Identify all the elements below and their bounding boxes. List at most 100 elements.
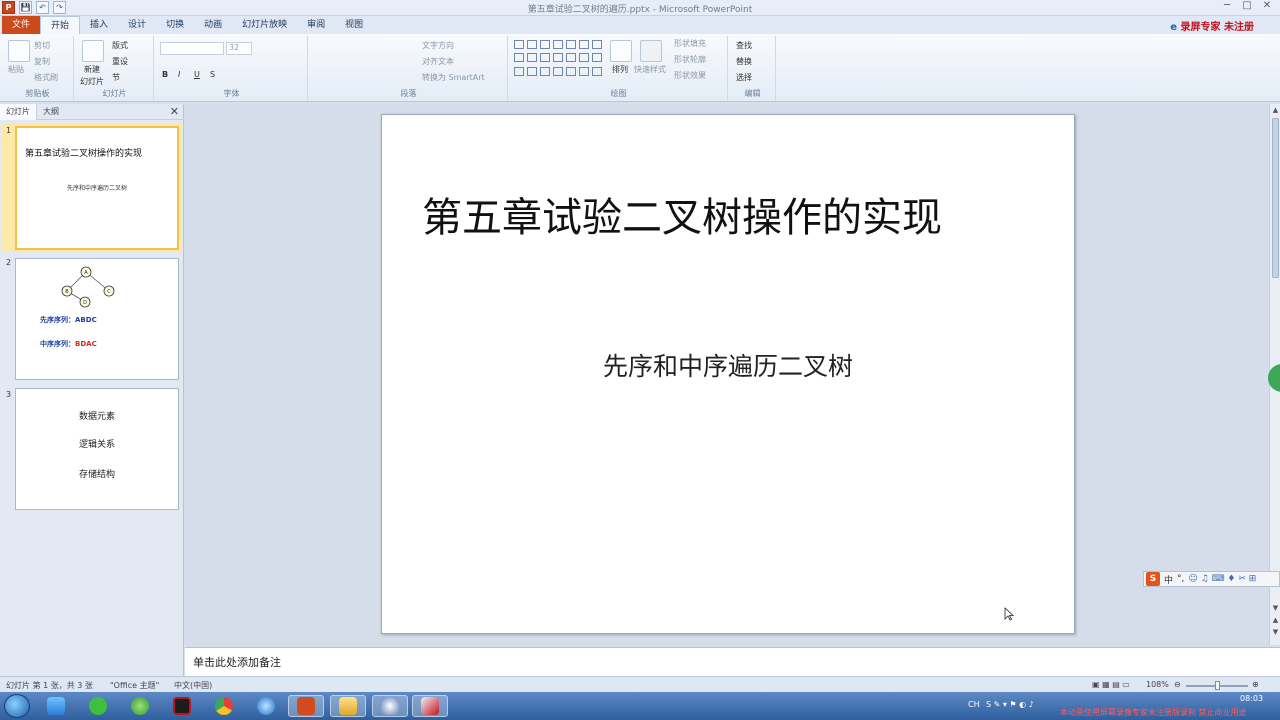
paste-button[interactable]: 粘贴	[8, 64, 24, 75]
zoom-level[interactable]: 108%	[1146, 680, 1169, 689]
strikethrough-button[interactable]: S	[210, 70, 215, 79]
ime-tools[interactable]: ☺ ♫ ⌨ ♦ ✂ ⊞	[1188, 574, 1256, 584]
arrange-icon[interactable]	[610, 40, 632, 62]
new-slide-icon[interactable]	[82, 40, 104, 62]
shape-outline-button[interactable]: 形状轮廓	[674, 54, 706, 65]
underline-button[interactable]: U	[194, 70, 200, 79]
taskbar-app-recorder[interactable]	[412, 695, 448, 717]
bold-button[interactable]: B	[162, 70, 168, 79]
italic-button[interactable]: I	[178, 70, 180, 79]
scroll-down-icon[interactable]: ▼	[1271, 604, 1280, 612]
slide-preview[interactable]: 第五章试验二叉树操作的实现 先序和中序遍历二叉树	[15, 126, 179, 250]
folder-icon	[339, 697, 357, 715]
title-bar: P 💾 ↶ ↷ 第五章试验二叉树的遍历.pptx - Microsoft Pow…	[0, 0, 1280, 16]
slide-thumbnail-2[interactable]: 2 A B C D 先序序列：ABDC 中序序列：BDAC	[2, 256, 182, 384]
find-button[interactable]: 查找	[736, 40, 752, 51]
sogou-icon[interactable]: S	[1146, 572, 1160, 586]
clock[interactable]: 08:03	[1240, 694, 1263, 703]
app-icon	[381, 697, 399, 715]
tab-animations[interactable]: 动画	[194, 16, 232, 34]
current-slide[interactable]: 第五章试验二叉树操作的实现 先序和中序遍历二叉树	[381, 114, 1075, 634]
next-slide-icon[interactable]: ▼	[1271, 628, 1280, 636]
taskbar-app-3[interactable]	[122, 695, 158, 717]
notes-placeholder[interactable]: 单击此处添加备注	[193, 654, 281, 670]
tab-view[interactable]: 视图	[335, 16, 373, 34]
taskbar-app-ie[interactable]	[248, 695, 284, 717]
ime-toolbar[interactable]: S 中 °, ☺ ♫ ⌨ ♦ ✂ ⊞	[1143, 571, 1280, 587]
slide-title[interactable]: 第五章试验二叉树操作的实现	[422, 185, 942, 243]
tab-home[interactable]: 开始	[40, 16, 81, 34]
paste-icon[interactable]	[8, 40, 30, 62]
slides-label: 幻灯片	[102, 89, 127, 98]
shape-fill-button[interactable]: 形状填充	[674, 38, 706, 49]
slide-subtitle[interactable]: 先序和中序遍历二叉树	[382, 347, 1074, 383]
format-painter-button[interactable]: 格式刷	[34, 72, 58, 83]
reset-button[interactable]: 重设	[112, 56, 128, 67]
maximize-button[interactable]: □	[1238, 0, 1256, 14]
taskbar-app-1[interactable]	[38, 695, 74, 717]
slide-preview[interactable]: A B C D 先序序列：ABDC 中序序列：BDAC	[15, 258, 179, 380]
copy-button[interactable]: 复制	[34, 56, 50, 67]
replace-button[interactable]: 替换	[736, 56, 752, 67]
theme-name[interactable]: "Office 主题"	[110, 680, 159, 691]
slide-count: 幻灯片 第 1 张，共 3 张	[6, 681, 93, 690]
zoom-in-icon[interactable]: ⊕	[1252, 680, 1259, 689]
tab-transitions[interactable]: 切换	[156, 16, 194, 34]
new-slide-button[interactable]: 新建	[84, 64, 100, 75]
view-buttons[interactable]: ▣ ▦ ▤ ▭	[1092, 680, 1130, 689]
quick-styles-button[interactable]: 快速样式	[634, 64, 666, 75]
tray-icons[interactable]: S ✎ ▾ ⚑ ◐ ♪	[986, 700, 1034, 709]
recorder-icon	[421, 697, 439, 715]
close-icon[interactable]: ✕	[170, 105, 179, 118]
close-button[interactable]: ✕	[1258, 0, 1276, 14]
shape-effects-button[interactable]: 形状效果	[674, 70, 706, 81]
tab-review[interactable]: 审阅	[297, 16, 335, 34]
new-slide-button-label[interactable]: 幻灯片	[80, 76, 104, 87]
taskbar-app-chrome[interactable]	[206, 695, 242, 717]
tab-slideshow[interactable]: 幻灯片放映	[232, 16, 297, 34]
tab-slides[interactable]: 幻灯片	[0, 103, 37, 120]
prev-slide-icon[interactable]: ▲	[1271, 616, 1280, 624]
tray-language[interactable]: CH	[968, 700, 980, 709]
start-button[interactable]	[4, 694, 30, 718]
minimize-button[interactable]: ─	[1218, 0, 1236, 14]
ime-mode[interactable]: 中	[1164, 573, 1173, 586]
tab-insert[interactable]: 插入	[80, 16, 118, 34]
slide-thumbnail-1[interactable]: 1 第五章试验二叉树操作的实现 先序和中序遍历二叉树	[2, 124, 182, 252]
language-indicator[interactable]: 中文(中国)	[174, 680, 212, 691]
slide-preview[interactable]: 数据元素 逻辑关系 存储结构	[15, 388, 179, 510]
tab-outline[interactable]: 大纲	[37, 104, 65, 120]
align-text-button[interactable]: 对齐文本	[422, 56, 454, 67]
window-controls: ─ □ ✕	[1218, 0, 1276, 14]
arrange-button[interactable]: 排列	[612, 64, 628, 75]
slide-thumbnail-3[interactable]: 3 数据元素 逻辑关系 存储结构	[2, 388, 182, 516]
slide-number: 2	[6, 258, 12, 267]
ime-punct[interactable]: °,	[1177, 574, 1184, 584]
shapes-gallery[interactable]	[514, 40, 602, 78]
preorder-line: 先序序列：ABDC	[40, 315, 97, 325]
taskbar-app-wechat[interactable]	[80, 695, 116, 717]
taskbar-app-powerpoint[interactable]	[288, 695, 324, 717]
layout-button[interactable]: 版式	[112, 40, 128, 51]
text-direction-button[interactable]: 文字方向	[422, 40, 454, 51]
window-title: 第五章试验二叉树的遍历.pptx - Microsoft PowerPoint	[527, 5, 753, 15]
font-family-select[interactable]	[160, 42, 224, 55]
font-size-select[interactable]: 32	[226, 42, 252, 55]
ribbon-tabs: 文件 开始 插入 设计 切换 动画 幻灯片放映 审阅 视图	[0, 16, 1280, 34]
taskbar-app-explorer[interactable]	[330, 695, 366, 717]
cut-button[interactable]: 剪切	[34, 40, 50, 51]
section-button[interactable]: 节	[112, 72, 120, 83]
zoom-slider-handle[interactable]	[1215, 681, 1220, 690]
scroll-thumb[interactable]	[1272, 118, 1279, 278]
notes-pane[interactable]: 单击此处添加备注	[185, 647, 1280, 676]
scroll-up-icon[interactable]: ▲	[1271, 106, 1280, 114]
taskbar-app-7[interactable]	[372, 695, 408, 717]
zoom-out-icon[interactable]: ⊖	[1174, 680, 1181, 689]
smartart-button[interactable]: 转换为 SmartArt	[422, 72, 485, 83]
tab-design[interactable]: 设计	[118, 16, 156, 34]
taskbar-app-4[interactable]	[164, 695, 200, 717]
tab-file[interactable]: 文件	[2, 16, 41, 34]
quick-styles-icon[interactable]	[640, 40, 662, 62]
taskbar: CH S ✎ ▾ ⚑ ◐ ♪ 08:03 本动画使用屏幕录像专家未注册版录制 禁…	[0, 692, 1280, 720]
select-button[interactable]: 选择	[736, 72, 752, 83]
